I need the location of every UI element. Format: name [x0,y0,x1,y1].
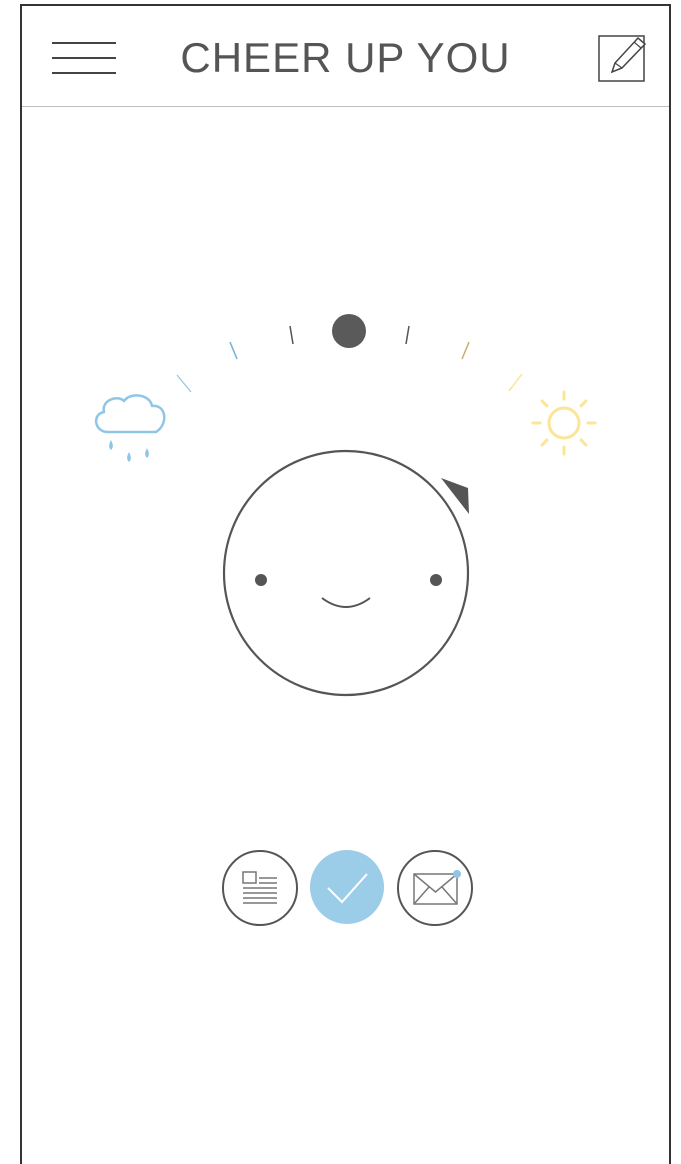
scale-tick [508,373,523,392]
scale-tick [289,325,294,345]
scale-tick [461,341,470,360]
smiley-face-icon[interactable] [222,449,470,697]
mail-button[interactable] [397,850,473,926]
mail-notification-dot [453,870,461,878]
scale-tick [405,325,410,345]
scale-tick [176,374,192,393]
sun-icon[interactable] [531,390,597,456]
news-button[interactable] [222,850,298,926]
dial-rotate-handle[interactable] [441,478,469,514]
mood-scale [176,314,523,393]
scale-tick [229,341,238,360]
mood-dial-indicator[interactable] [332,314,366,348]
confirm-button[interactable] [310,850,384,924]
rain-cloud-icon[interactable] [95,394,166,462]
mood-dial-canvas [95,314,597,926]
